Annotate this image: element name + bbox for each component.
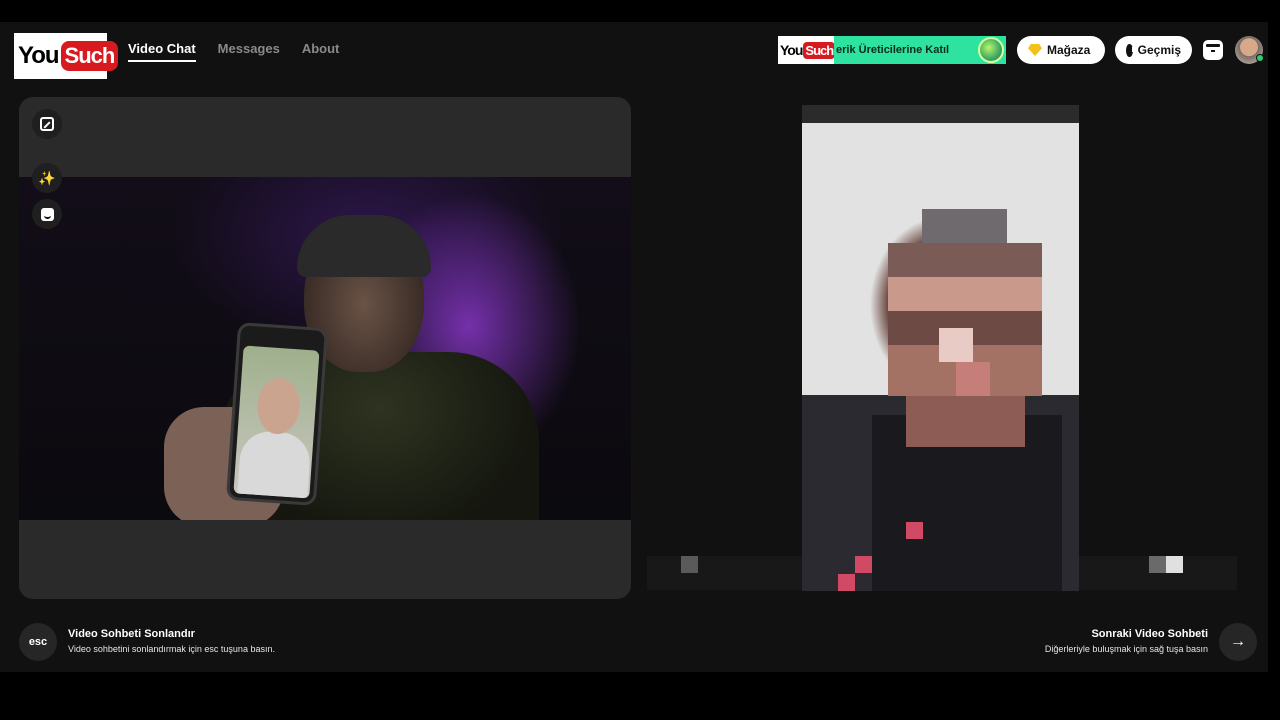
pixel-tile bbox=[1149, 556, 1166, 573]
online-status-dot bbox=[1256, 54, 1264, 62]
remote-edge-left bbox=[647, 556, 802, 590]
logo-text-such: Such bbox=[60, 41, 119, 71]
pixel-block bbox=[906, 396, 1025, 447]
video-chat-app: You Such Video Chat Messages About You S… bbox=[0, 22, 1268, 672]
local-video-panel: ✨ bbox=[19, 97, 631, 599]
pixel-block bbox=[922, 209, 1007, 243]
phone-screen-shirt bbox=[236, 429, 312, 499]
promo-logo-you: You bbox=[780, 42, 803, 58]
end-chat-subtitle: Video sohbetini sonlandırmak için esc tu… bbox=[68, 644, 275, 654]
arrow-right-icon: → bbox=[1230, 633, 1246, 650]
promo-text: erik Üreticilerine Katıl bbox=[834, 36, 1006, 64]
pixel-tile bbox=[681, 556, 698, 573]
masks-button[interactable] bbox=[32, 199, 62, 229]
local-person-cap bbox=[297, 215, 431, 277]
pixel-tile bbox=[855, 556, 872, 573]
nav-video-chat[interactable]: Video Chat bbox=[128, 41, 196, 62]
pixel-block bbox=[939, 328, 973, 362]
nav-messages[interactable]: Messages bbox=[218, 41, 280, 62]
pixel-tile bbox=[906, 522, 923, 539]
phone-screen-face bbox=[255, 376, 302, 436]
phone-screen bbox=[233, 345, 320, 499]
remote-person-head bbox=[872, 175, 1042, 465]
pixel-block bbox=[888, 243, 1042, 277]
pixel-tile bbox=[838, 574, 855, 591]
local-video-feed bbox=[19, 177, 631, 520]
pixel-block bbox=[956, 362, 990, 396]
remote-video-feed bbox=[802, 105, 1079, 591]
expand-button[interactable] bbox=[32, 109, 62, 139]
nav-about[interactable]: About bbox=[302, 41, 340, 62]
next-chat-hint: Sonraki Video Sohbeti Diğerleriyle buluş… bbox=[1045, 628, 1208, 654]
clock-icon bbox=[1126, 43, 1134, 57]
gem-icon bbox=[1028, 44, 1042, 56]
history-button[interactable]: Geçmiş bbox=[1115, 36, 1192, 64]
expand-icon bbox=[40, 117, 54, 131]
history-label: Geçmiş bbox=[1137, 43, 1181, 57]
esc-key-button[interactable]: esc bbox=[19, 623, 57, 661]
store-label: Mağaza bbox=[1047, 43, 1091, 57]
promo-logo-such: Such bbox=[803, 41, 836, 59]
phone-in-hand bbox=[225, 322, 329, 506]
logo-text-you: You bbox=[18, 42, 60, 69]
avatar[interactable] bbox=[1235, 36, 1264, 64]
creator-promo-banner[interactable]: You Such erik Üreticilerine Katıl bbox=[778, 36, 1006, 64]
face-icon bbox=[40, 207, 54, 221]
effects-button[interactable]: ✨ bbox=[32, 163, 62, 193]
magic-wand-icon: ✨ bbox=[38, 169, 56, 186]
next-chat-title: Sonraki Video Sohbeti bbox=[1091, 628, 1208, 640]
promo-badge-icon bbox=[978, 37, 1004, 63]
pixel-block bbox=[888, 277, 1042, 311]
end-chat-hint: Video Sohbeti Sonlandır Video sohbetini … bbox=[68, 628, 275, 654]
inbox-icon[interactable] bbox=[1203, 40, 1223, 60]
pixel-tile bbox=[1166, 556, 1183, 573]
yousuch-logo[interactable]: You Such bbox=[14, 33, 119, 79]
promo-label: erik Üreticilerine Katıl bbox=[836, 44, 950, 56]
next-chat-button[interactable]: → bbox=[1219, 623, 1257, 661]
end-chat-title: Video Sohbeti Sonlandır bbox=[68, 628, 195, 640]
promo-logo: You Such bbox=[778, 36, 836, 64]
store-button[interactable]: Mağaza bbox=[1017, 36, 1105, 64]
main-nav: Video Chat Messages About bbox=[128, 41, 339, 62]
next-chat-subtitle: Diğerleriyle buluşmak için sağ tuşa bası… bbox=[1044, 644, 1208, 654]
